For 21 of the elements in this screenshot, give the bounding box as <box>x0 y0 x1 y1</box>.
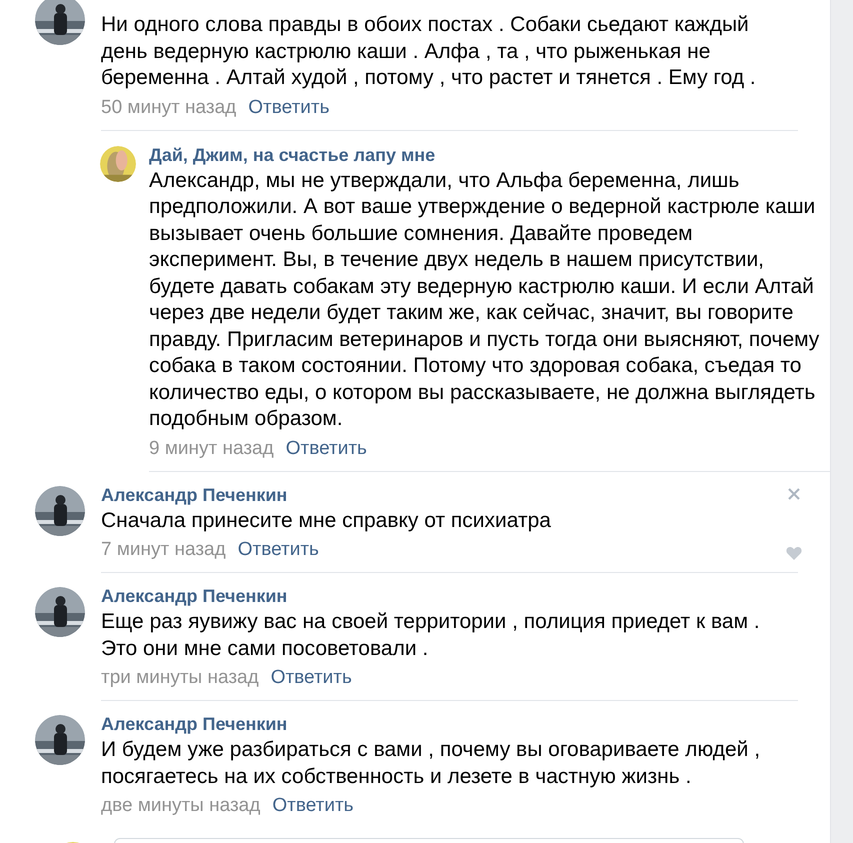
comment-text: Ни одного слова правды в обоих постах . Собаки сьедают каждый день ведерную кастрюлю каши . Алфа , та , что рыженькая не беременна . Алтай худой , потому , что растет и тянется . Ему год . <box>101 12 757 91</box>
author-name[interactable]: Александр Печенкин <box>101 484 288 506</box>
timestamp: две минуты назад <box>101 794 260 818</box>
heart-icon[interactable] <box>786 546 802 560</box>
timestamp: 7 минут назад <box>101 538 226 562</box>
timestamp: 9 минут назад <box>149 436 274 460</box>
author-name[interactable]: Александр Печенкин <box>101 585 288 607</box>
author-name[interactable]: Александр Печенкин <box>101 713 288 735</box>
reply-link[interactable]: Ответить <box>286 436 367 460</box>
comment-text: Еще раз яувижу вас на своей территории , полиция приедет к вам . Это они мне сами посоветовали . <box>101 609 761 662</box>
reply-link[interactable]: Ответить <box>270 666 352 690</box>
author-name[interactable]: Дай, Джим, на счастье лапу мне <box>149 144 436 166</box>
comment-text: Александр, мы не утверждали, что Альфа беременна, лишь предположили. А вот ваше утверждение о ведерной кастрюле каши вызывает очень большие сомнения. Давайте проведем эксперимент. Вы, в течение двух недель в нашем присутствии, будете давать собакам эту ведерную кастрюлю каши. И если Алтай через две недели будет таким же, как сейчас, значит, вы говорите правду. Пригласим ветеринаров и пусть тогда они выясняют, почему собака в таком состоянии. Потому что здоровая собака, съедая то количество еды, о котором вы рассказываете, не должна выглядеть подобным образом. <box>149 168 820 432</box>
comment-text: Сначала принесите мне справку от психиатра <box>101 508 552 534</box>
reply-link[interactable]: Ответить <box>272 794 354 818</box>
close-icon[interactable] <box>788 488 800 500</box>
reply-link[interactable]: Ответить <box>248 96 330 120</box>
timestamp: 50 минут назад <box>101 96 236 120</box>
reply-link[interactable]: Ответить <box>238 538 319 562</box>
timestamp: три минуты назад <box>101 666 259 690</box>
comment-text: И будем уже разбираться с вами , почему вы оговариваете людей , посягаетесь на их собственность и лезете в частную жизнь . <box>101 737 762 790</box>
